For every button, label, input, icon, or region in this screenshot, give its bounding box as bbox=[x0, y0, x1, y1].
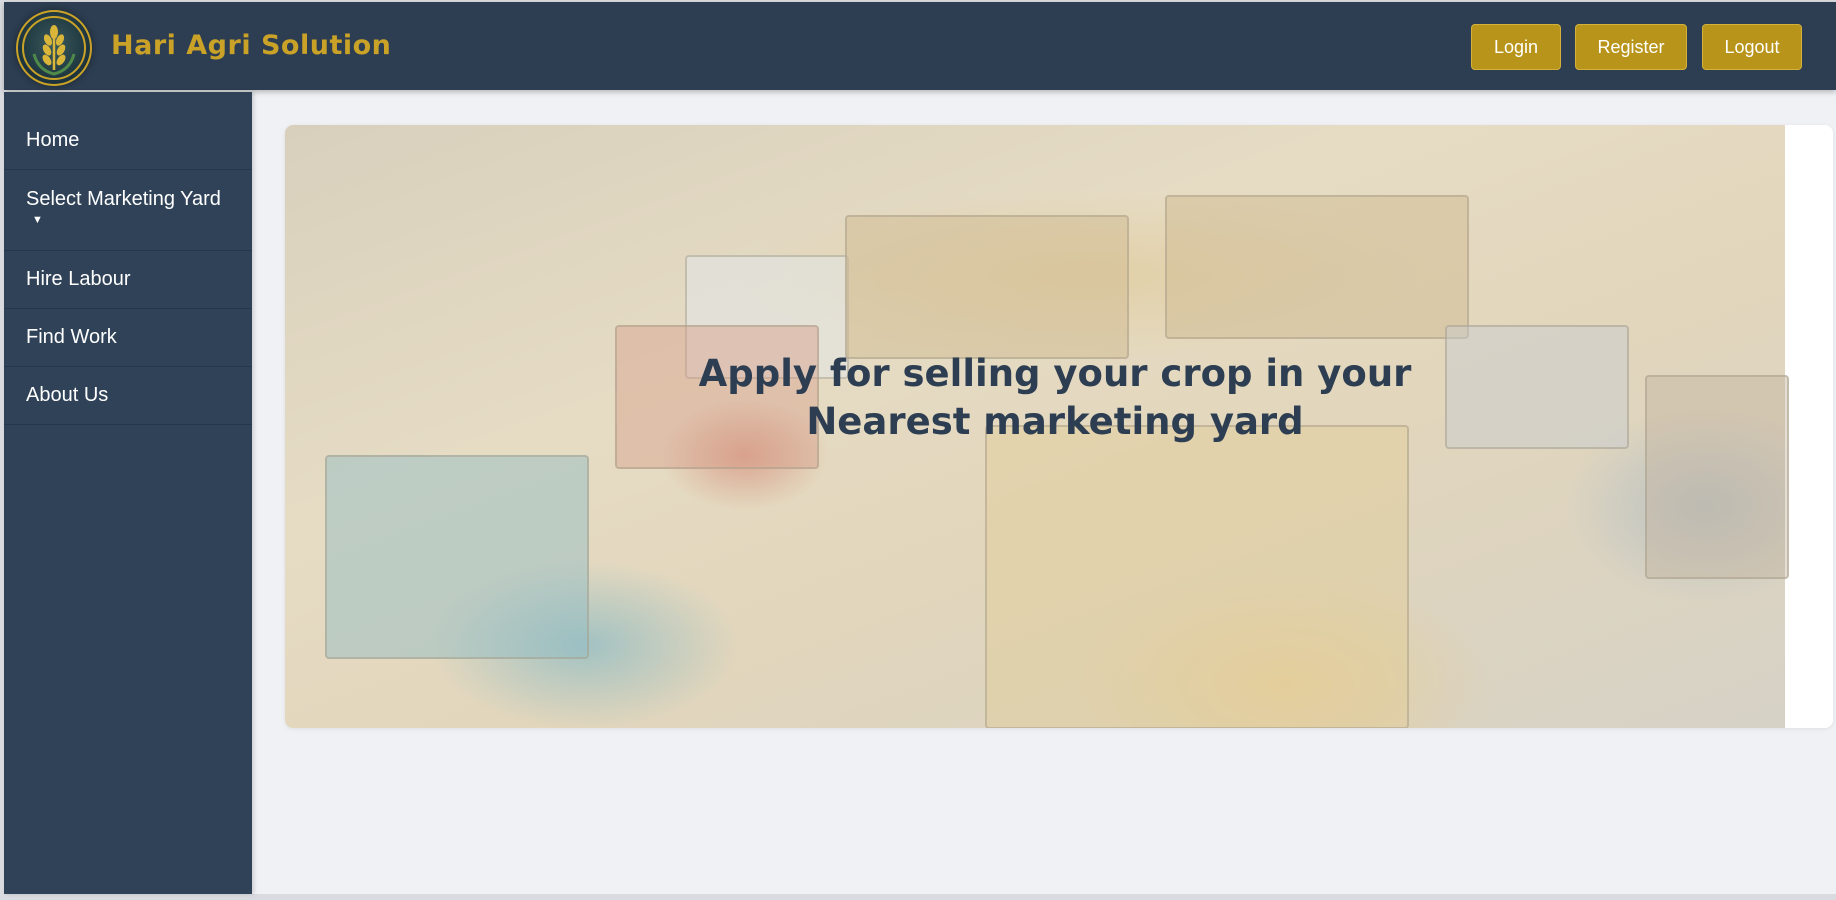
app-frame: Hari Agri Solution Login Register Logout… bbox=[4, 2, 1836, 894]
brand-name: Hari Agri Solution bbox=[111, 30, 392, 61]
sidebar-item-about-us[interactable]: About Us bbox=[4, 367, 252, 425]
hero-banner: Apply for selling your crop in your Near… bbox=[285, 125, 1833, 728]
sidebar-item-select-marketing-yard[interactable]: Select Marketing Yard ▼ bbox=[4, 170, 252, 251]
sidebar-menu: Home Select Marketing Yard ▼ Hire Labour… bbox=[4, 112, 252, 425]
wheat-emblem-icon bbox=[16, 10, 92, 86]
sidebar-item-label: About Us bbox=[26, 384, 109, 406]
top-header: Hari Agri Solution Login Register Logout bbox=[4, 2, 1836, 90]
sidebar-item-label: Hire Labour bbox=[26, 268, 131, 290]
sidebar-item-find-work[interactable]: Find Work bbox=[4, 309, 252, 367]
sidebar-item-label: Find Work bbox=[26, 326, 117, 348]
sidebar-item-home[interactable]: Home bbox=[4, 112, 252, 170]
sidebar-item-hire-labour[interactable]: Hire Labour bbox=[4, 251, 252, 309]
hero-title: Apply for selling your crop in your Near… bbox=[698, 352, 1412, 443]
register-button[interactable]: Register bbox=[1575, 24, 1687, 70]
sidebar-nav: Home Select Marketing Yard ▼ Hire Labour… bbox=[4, 92, 252, 894]
logout-button[interactable]: Logout bbox=[1702, 24, 1802, 70]
sidebar-item-label: Home bbox=[26, 129, 80, 151]
caret-down-icon[interactable]: ▼ bbox=[26, 212, 252, 228]
login-button[interactable]: Login bbox=[1471, 24, 1561, 70]
sidebar-item-label: Select Marketing Yard bbox=[26, 188, 221, 210]
